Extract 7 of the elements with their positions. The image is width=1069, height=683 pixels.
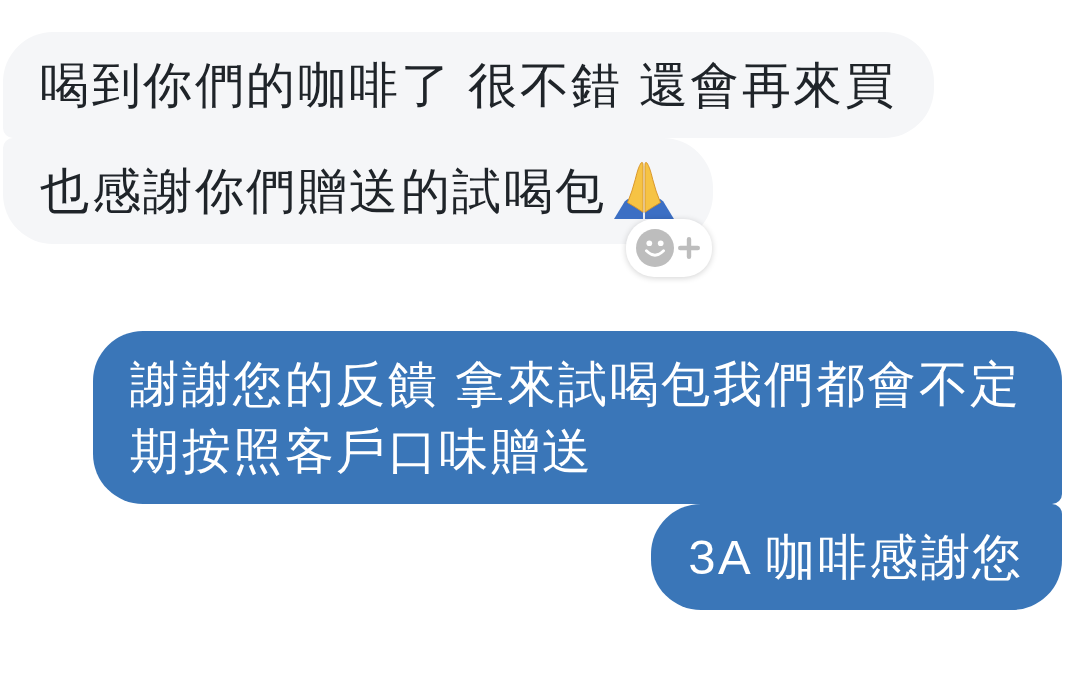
smiley-icon bbox=[635, 229, 674, 267]
plus-icon bbox=[677, 237, 700, 259]
message-text: 也感謝你們贈送的試喝包 bbox=[40, 163, 607, 220]
add-reaction-button[interactable] bbox=[625, 219, 712, 277]
message-text: 謝謝您的反饋 拿來試喝包我們都會不定期按照客戶口味贈送 bbox=[130, 356, 1023, 480]
message-text: 3A 咖啡感謝您 bbox=[688, 529, 1024, 586]
message-text: 喝到你們的咖啡了 很不錯 還會再來買 bbox=[40, 57, 897, 114]
